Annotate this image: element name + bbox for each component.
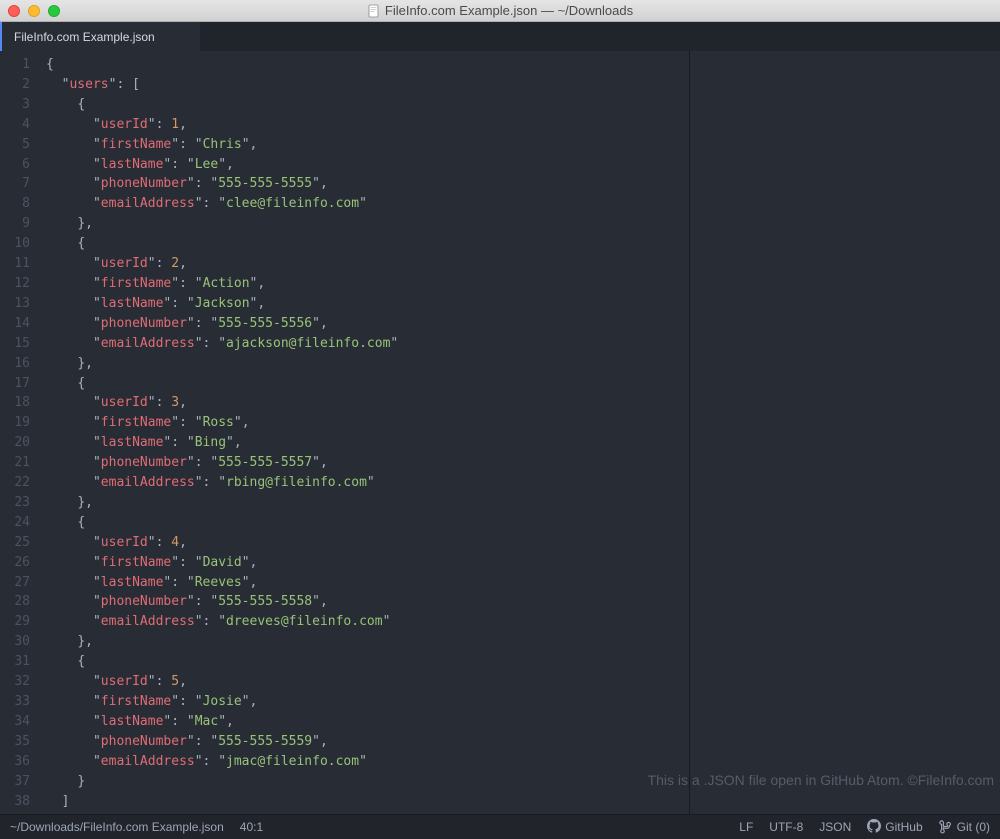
status-encoding-text: UTF-8 <box>769 820 803 834</box>
watermark-text: This is a .JSON file open in GitHub Atom… <box>648 772 994 788</box>
status-github-text: GitHub <box>885 820 922 834</box>
status-cursor[interactable]: 40:1 <box>240 820 263 834</box>
file-icon <box>367 4 381 18</box>
status-bar: ~/Downloads/FileInfo.com Example.json 40… <box>0 814 1000 839</box>
status-line-ending[interactable]: LF <box>739 820 753 834</box>
tab-active[interactable]: FileInfo.com Example.json <box>0 22 200 51</box>
status-filepath-text: ~/Downloads/FileInfo.com Example.json <box>10 820 224 834</box>
status-git-text: Git (0) <box>957 820 990 834</box>
window-title: FileInfo.com Example.json — ~/Downloads <box>0 3 1000 18</box>
status-cursor-text: 40:1 <box>240 820 263 834</box>
editor[interactable]: 1234567891011121314151617181920212223242… <box>0 51 1000 814</box>
status-filepath[interactable]: ~/Downloads/FileInfo.com Example.json <box>10 820 224 834</box>
line-number-gutter: 1234567891011121314151617181920212223242… <box>0 51 38 814</box>
status-line-ending-text: LF <box>739 820 753 834</box>
status-github[interactable]: GitHub <box>867 819 922 836</box>
titlebar: FileInfo.com Example.json — ~/Downloads <box>0 0 1000 22</box>
github-icon <box>867 819 881 836</box>
wrap-guide <box>689 51 690 814</box>
git-branch-icon <box>939 820 953 834</box>
status-grammar[interactable]: JSON <box>819 820 851 834</box>
window-title-text: FileInfo.com Example.json — ~/Downloads <box>385 3 633 18</box>
status-git[interactable]: Git (0) <box>939 820 990 834</box>
tab-label: FileInfo.com Example.json <box>14 30 155 44</box>
code-area[interactable]: { "users": [ { "userId": 1, "firstName":… <box>38 51 1000 814</box>
status-encoding[interactable]: UTF-8 <box>769 820 803 834</box>
status-grammar-text: JSON <box>819 820 851 834</box>
tab-bar: FileInfo.com Example.json <box>0 22 1000 51</box>
